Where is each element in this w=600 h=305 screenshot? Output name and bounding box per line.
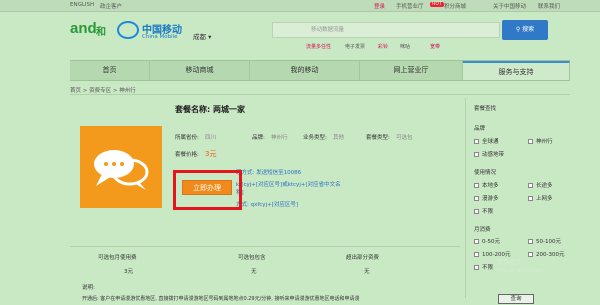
main-nav: 首页 移动商城 我的移动 网上营业厅 服务与支持 [70, 60, 570, 81]
tab-home[interactable]: 首页 [70, 61, 150, 80]
usage-option[interactable]: 漫游多 [474, 194, 499, 202]
brand-option[interactable]: 神州行 [528, 137, 553, 145]
hot-word[interactable]: 电子发票 [345, 43, 365, 50]
chat-bubbles-icon [94, 150, 149, 190]
checkbox-icon[interactable] [528, 239, 533, 244]
brand-option[interactable]: 动感地带 [474, 150, 504, 158]
fee-option[interactable]: 50-100元 [528, 237, 561, 245]
sms-method: 理方式: 发送短信至10086 [236, 170, 302, 176]
sidebar-title: 套餐查找 [474, 106, 497, 112]
price-value: 3元 [205, 150, 217, 158]
checkbox-icon[interactable] [474, 196, 479, 201]
enterprise-link[interactable]: 政企客户 [100, 2, 122, 10]
brand-filter-title: 品牌 [474, 126, 486, 132]
tab-service-support[interactable]: 服务与支持 [463, 61, 570, 80]
pkg-type-value: 可选包 [396, 135, 413, 141]
fee-option[interactable]: 不限 [474, 263, 493, 271]
checkbox-icon[interactable] [528, 252, 533, 257]
and-logo[interactable]: and [70, 20, 97, 37]
table-cell-monthly-fee: 3元 [124, 269, 133, 275]
search-icon: ⚲ [515, 26, 521, 33]
mobile-hall-link[interactable]: 手机营业厅 [396, 2, 424, 10]
he-logo: 和 [96, 27, 106, 38]
china-mobile-logo-icon [117, 21, 139, 39]
table-divider [70, 246, 460, 247]
hot-word[interactable]: 咪咕 [400, 43, 410, 50]
watermark-cn: 百度经验 [497, 259, 522, 266]
province-value: 四川 [205, 135, 217, 141]
fee-option[interactable]: 0-50元 [474, 237, 500, 245]
brand-label: 品牌: [252, 135, 265, 141]
search-input[interactable]: 移动数据流量 [272, 22, 500, 38]
sms-command: kt[cyj+[对应区号]或ktcyj+[对应省中文名 [236, 182, 341, 188]
fee-option[interactable]: 200-300元 [528, 250, 564, 258]
tab-mall[interactable]: 移动商城 [150, 61, 250, 80]
about-link[interactable]: 关于中国移动 [493, 2, 526, 10]
points-mall-link[interactable]: 积分商城 [444, 2, 466, 10]
brand-name-en: China Mobile [142, 34, 178, 40]
cancel-method: 方式: qxfcyj+[对应区号] [236, 202, 298, 208]
hot-word[interactable]: 宽带 [430, 43, 440, 50]
checkbox-icon[interactable] [474, 183, 479, 188]
checkbox-icon[interactable] [528, 139, 533, 144]
divider [70, 94, 570, 95]
sidebar-divider [465, 98, 466, 298]
usage-option[interactable]: 上网多 [528, 194, 553, 202]
checkbox-icon[interactable] [474, 152, 479, 157]
usage-option[interactable]: 长途多 [528, 181, 553, 189]
city-selector[interactable]: 成都 ▾ [193, 31, 211, 41]
checkbox-icon[interactable] [474, 139, 479, 144]
checkbox-icon[interactable] [474, 239, 479, 244]
hot-badge: HOT [430, 2, 444, 7]
table-cell-includes: 无 [251, 269, 257, 275]
usage-filter-title: 使用情况 [474, 170, 497, 176]
biz-type-label: 业务类型: [303, 135, 327, 141]
province-label: 所属省份: [175, 135, 199, 141]
pkg-type-label: 套餐类型: [366, 135, 390, 141]
brand-value: 神州行 [271, 135, 288, 141]
login-link[interactable]: 登录 [374, 2, 385, 10]
query-button[interactable]: 查询 [498, 294, 534, 304]
table-cell-overage: 无 [364, 269, 370, 275]
top-bar: ENGLISH 政企客户 登录 手机营业厅 HOT 积分商城 关于中国移动 联系… [0, 0, 600, 12]
table-header-includes: 可选包包含 [238, 255, 266, 261]
brand-option[interactable]: 全球通 [474, 137, 499, 145]
checkbox-icon[interactable] [474, 265, 479, 270]
product-image [80, 126, 162, 208]
checkbox-icon[interactable] [528, 196, 533, 201]
table-header-monthly-fee: 可选包月使用费 [98, 255, 137, 261]
tab-my-mobile[interactable]: 我的移动 [250, 61, 360, 80]
fee-filter-title: 月消费 [474, 227, 491, 233]
contact-link[interactable]: 联系我们 [538, 2, 560, 10]
hot-word[interactable]: 流量多任性 [306, 43, 331, 50]
search-button[interactable]: ⚲ 搜索 [502, 20, 548, 40]
hot-word[interactable]: 彩铃 [378, 43, 388, 50]
table-header-overage: 超出部分资费 [346, 255, 380, 261]
notes-text: 开通后: 客户在申请漫游优惠地区, 直接拨打申请漫游地区号码到属地地点0.29元… [82, 296, 360, 302]
usage-option[interactable]: 不限 [474, 207, 493, 215]
biz-type-value: 其他 [333, 135, 345, 141]
highlight-box [173, 170, 242, 210]
checkbox-icon[interactable] [474, 252, 479, 257]
english-link[interactable]: ENGLISH [70, 2, 94, 8]
watermark-en: jingyan.baidu.com [497, 268, 544, 274]
checkbox-icon[interactable] [474, 209, 479, 214]
usage-option[interactable]: 本地多 [474, 181, 499, 189]
breadcrumb[interactable]: 首页 > 资费专区 > 神州行 [70, 86, 136, 94]
price-label: 套餐价格: [175, 152, 199, 158]
tab-online-hall[interactable]: 网上营业厅 [360, 61, 463, 80]
package-title: 套餐名称: 两城一家 [175, 105, 245, 114]
notes-title: 说明: [82, 285, 95, 291]
checkbox-icon[interactable] [528, 183, 533, 188]
